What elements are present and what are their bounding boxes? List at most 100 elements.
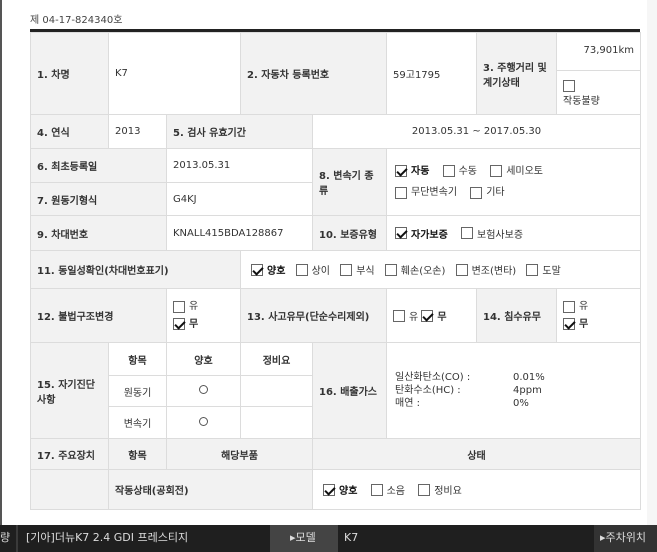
warranty-self-checkbox[interactable]: [395, 227, 408, 239]
smoke-label: 매연 :: [395, 398, 420, 409]
mileage-value: 73,901km: [557, 38, 641, 71]
identity-good-checkbox[interactable]: [251, 263, 264, 276]
illegal-yes-label: 유: [189, 301, 199, 312]
identity-label: 11. 동일성확인(차대번호표기): [29, 250, 242, 289]
gauge-fault-checkbox[interactable]: [563, 80, 576, 92]
identity-altered-checkbox[interactable]: [455, 263, 468, 276]
row-first-registration: 6. 최초등록일 2013.05.31 8. 변속기 종류 자동 수동 세미오토…: [30, 148, 642, 216]
engine-type-value: G4KJ: [165, 182, 314, 216]
diag-engine-repair: [240, 375, 314, 407]
identity-altered-option[interactable]: 변조(변타): [455, 262, 516, 277]
idle-repair-checkbox[interactable]: [418, 483, 431, 496]
idle-operation-options: 양호 소음 정비요: [312, 469, 642, 510]
illegal-no-checkbox[interactable]: [173, 318, 185, 330]
transmission-options: 자동 수동 세미오토 무단변속기 기타: [386, 148, 642, 216]
illegal-yes-checkbox[interactable]: [173, 300, 185, 313]
co-value: 0.01%: [513, 372, 545, 383]
main-col-part: 해당부품: [165, 438, 314, 470]
window-edge: [0, 0, 2, 525]
diag-engine-good: [165, 375, 242, 407]
trans-semiauto-checkbox[interactable]: [490, 165, 503, 177]
document-viewer: 제 04-17-824340호 1. 차명 K7 2. 자동차 등록번호 59고…: [0, 0, 657, 552]
status-bar: 량 [기아]더뉴K7 2.4 GDI 프레스티지 ▸모델 K7 ▸주차위치: [0, 525, 657, 552]
trans-other-option[interactable]: 기타: [470, 182, 505, 204]
inspection-table: 1. 차명 K7 2. 자동차 등록번호 59고1795 3. 주행거리 및 계…: [29, 32, 642, 510]
idle-good-checkbox[interactable]: [323, 483, 336, 496]
vin-label: 9. 차대번호: [30, 215, 167, 251]
accident-yes-checkbox[interactable]: [393, 309, 406, 322]
year-value: 2013: [108, 114, 167, 149]
identity-corrosion-option[interactable]: 부식: [340, 262, 375, 277]
trans-other-checkbox[interactable]: [470, 186, 483, 199]
illegal-mod-label: 12. 불법구조변경: [30, 288, 167, 343]
identity-smeared-option[interactable]: 도말: [526, 262, 561, 277]
inspection-validity-value: 2013.05.31 ~ 2017.05.30: [312, 114, 642, 149]
registration-label: 2. 자동차 등록번호: [240, 32, 388, 115]
trans-auto-option[interactable]: 자동: [395, 161, 429, 183]
diag-col-repair: 정비요: [240, 342, 314, 376]
main-devices-spacer: [30, 469, 109, 510]
engine-type-label: 7. 원동기형식: [30, 182, 167, 216]
trans-auto-checkbox[interactable]: [395, 165, 408, 177]
identity-options: 양호 상이 부식 훼손(오손) 변조(변타) 도말: [240, 250, 642, 289]
idle-good-option[interactable]: 양호: [323, 482, 357, 497]
illegal-mod-options: 유 무: [165, 288, 242, 343]
idle-repair-option[interactable]: 정비요: [418, 482, 462, 497]
row-year: 4. 연식 2013 5. 검사 유효기간 2013.05.31 ~ 2017.…: [30, 114, 642, 149]
identity-smeared-checkbox[interactable]: [526, 263, 539, 276]
emission-label: 16. 배출가스: [312, 342, 388, 439]
row-idle-operation: 작동상태(공회전) 양호 소음 정비요: [30, 469, 642, 510]
identity-damage-checkbox[interactable]: [384, 263, 397, 276]
accident-no-label: 무: [437, 312, 447, 323]
status-model-label[interactable]: ▸모델: [290, 525, 336, 552]
warranty-insurer-option[interactable]: 보험사보증: [461, 226, 523, 241]
status-vehicle-title[interactable]: [기아]더뉴K7 2.4 GDI 프레스티지: [26, 525, 266, 552]
trans-manual-checkbox[interactable]: [442, 165, 455, 177]
smoke-value: 0%: [513, 398, 529, 409]
vertical-scrollbar[interactable]: [647, 0, 657, 525]
gauge-option[interactable]: 작동불량: [557, 71, 640, 109]
mileage-cell: 73,901km 작동불량: [556, 32, 642, 115]
main-devices-label: 17. 주요장치: [30, 438, 109, 470]
diag-col-item: 항목: [108, 342, 167, 376]
identity-mismatch-option[interactable]: 상이: [295, 262, 330, 277]
warranty-label: 10. 보증유형: [312, 215, 388, 251]
trans-cvt-option[interactable]: 무단변속기: [395, 182, 457, 204]
warranty-self-option[interactable]: 자가보증: [395, 226, 448, 241]
illegal-no-label: 무: [189, 318, 199, 330]
gauge-fault-label: 작동불량: [563, 96, 600, 107]
trans-semiauto-option[interactable]: 세미오토: [490, 161, 543, 183]
co-label: 일산화탄소(CO) :: [395, 372, 471, 383]
status-model-value: K7: [344, 531, 359, 544]
car-name-label: 1. 차명: [30, 32, 109, 115]
idle-noise-option[interactable]: 소음: [370, 482, 405, 497]
warranty-insurer-checkbox[interactable]: [461, 227, 474, 239]
trans-cvt-checkbox[interactable]: [395, 186, 408, 199]
emission-values: 일산화탄소(CO) : 0.01% 탄화수소(HC) : 4ppm 매연 : 0%: [386, 342, 642, 439]
status-parking-label[interactable]: ▸주차위치: [600, 525, 657, 552]
idle-noise-checkbox[interactable]: [370, 483, 383, 496]
year-label: 4. 연식: [30, 114, 109, 149]
row-self-diagnosis-header: 15. 자기진단 사항 항목 양호 정비요 16. 배출가스 일산화탄소(CO)…: [30, 342, 642, 439]
first-registration-value: 2013.05.31: [165, 148, 314, 183]
identity-good-option[interactable]: 양호: [251, 262, 285, 277]
flood-no-label: 무: [579, 318, 589, 330]
flood-no-checkbox[interactable]: [563, 318, 576, 330]
hc-label: 탄화수소(HC) :: [395, 385, 461, 396]
identity-corrosion-checkbox[interactable]: [340, 263, 353, 276]
identity-damage-option[interactable]: 훼손(오손): [384, 262, 445, 277]
flood-yes-checkbox[interactable]: [563, 300, 576, 313]
hc-value: 4ppm: [513, 385, 542, 396]
first-registration-label: 6. 최초등록일: [30, 148, 167, 183]
main-col-item: 항목: [108, 438, 167, 470]
accident-no-checkbox[interactable]: [421, 309, 434, 322]
warranty-options: 자가보증 보험사보증: [386, 215, 642, 251]
diag-trans-label: 변속기: [108, 406, 167, 439]
document-number: 제 04-17-824340호: [30, 15, 123, 26]
diag-col-good: 양호: [165, 342, 242, 376]
accident-label: 13. 사고유무(단순수리제외): [240, 288, 388, 343]
mileage-label: 3. 주행거리 및 계기상태: [476, 32, 558, 115]
performance-check-sheet: 1. 차명 K7 2. 자동차 등록번호 59고1795 3. 주행거리 및 계…: [29, 32, 642, 510]
identity-mismatch-checkbox[interactable]: [295, 263, 308, 276]
trans-manual-option[interactable]: 수동: [442, 161, 477, 183]
